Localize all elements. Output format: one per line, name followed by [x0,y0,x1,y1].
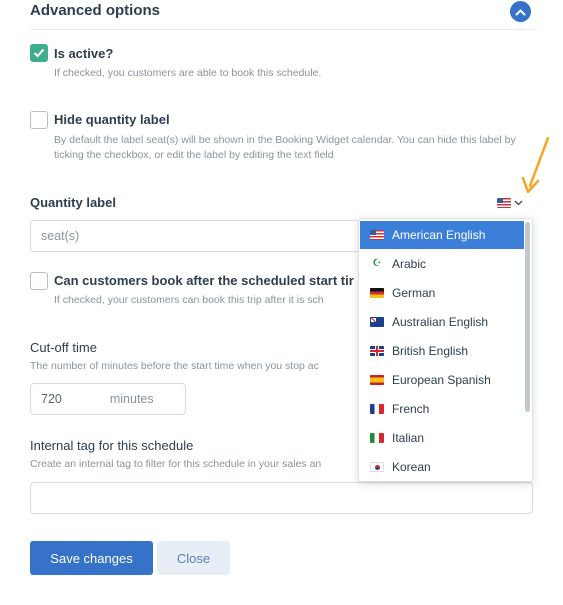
flag-us-icon [497,198,511,208]
cutoff-help: The number of minutes before the start t… [30,360,319,372]
flag-fr-icon [370,404,384,414]
language-option-label: Italian [392,431,425,445]
language-option-american-english[interactable]: American English [360,221,524,249]
flag-gb-icon [370,346,384,356]
hide-quantity-label: Hide quantity label [54,112,170,127]
flag-kr-icon [370,462,384,472]
dropdown-scrollbar[interactable] [525,222,530,412]
language-option-label: American English [392,228,486,242]
chevron-up-icon [515,8,526,15]
internal-tag-label: Internal tag for this schedule [30,438,194,453]
language-option-italian[interactable]: Italian [360,424,524,452]
language-option-label: Arabic [392,257,427,271]
cutoff-unit: minutes [109,392,154,406]
close-button[interactable]: Close [157,541,230,575]
annotation-arrow-icon [521,136,550,194]
cutoff-label: Cut-off time [30,340,97,355]
language-option-label: Korean [392,460,431,474]
language-option-label: French [392,402,430,416]
language-option-label: Australian English [392,315,489,329]
flag-de-icon [370,288,384,298]
flag-it-icon [370,433,384,443]
hide-quantity-description: By default the label seat(s) will be sho… [54,134,516,161]
check-icon [33,48,45,58]
internal-tag-help: Create an internal tag to filter for thi… [30,458,322,470]
is-active-description: If checked, you customers are able to bo… [54,67,322,79]
language-option-australian-english[interactable]: Australian English [360,308,524,336]
language-option-french[interactable]: French [360,395,524,423]
flag-us-icon [370,230,384,240]
cutoff-input[interactable]: 720 minutes [30,383,186,415]
book-after-start-checkbox[interactable] [30,272,48,290]
language-option-label: German [392,286,436,300]
language-option-european-spanish[interactable]: European Spanish [360,366,524,394]
language-option-arabic[interactable]: ☪ Arabic [360,250,524,278]
quantity-label-heading: Quantity label [30,195,116,210]
language-option-german[interactable]: German [360,279,524,307]
language-option-korean[interactable]: Korean [360,453,524,481]
book-after-start-label: Can customers book after the scheduled s… [54,273,354,288]
chevron-down-icon [514,200,523,206]
language-option-label: European Spanish [392,373,491,387]
flag-au-icon [370,317,384,327]
internal-tag-input[interactable] [30,482,533,514]
cutoff-value: 720 [41,392,62,406]
advanced-options-header: Advanced options [30,0,533,30]
section-title: Advanced options [30,2,161,19]
book-after-start-description: If checked, your customers can book this… [54,294,324,306]
hide-quantity-checkbox[interactable] [30,111,48,129]
language-option-british-english[interactable]: British English [360,337,524,365]
flag-es-icon [370,375,384,385]
flag-ar-icon: ☪ [372,258,382,269]
collapse-toggle-button[interactable] [510,1,531,22]
is-active-checkbox[interactable] [30,44,48,62]
language-option-label: British English [392,344,469,358]
is-active-label: Is active? [54,46,114,61]
language-dropdown: American English ☪ Arabic German Austral… [358,218,533,482]
save-changes-button[interactable]: Save changes [30,541,153,575]
